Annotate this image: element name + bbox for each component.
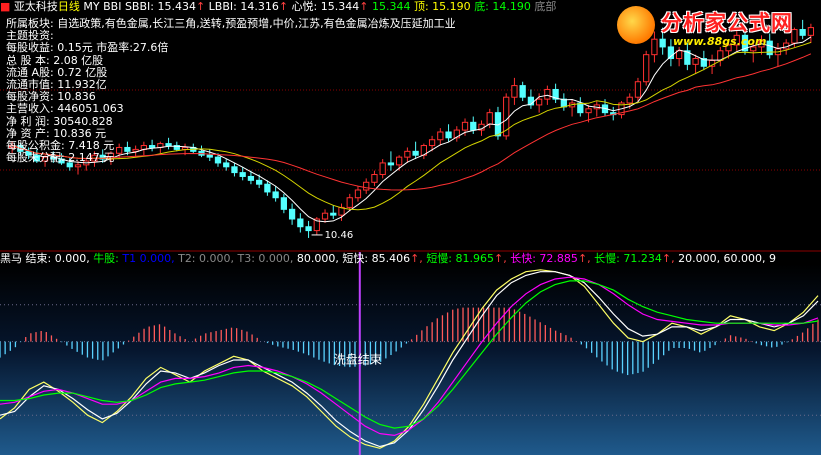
candle-body [643,54,650,83]
price-header-item: LBBI: 14.316 [208,0,279,13]
info-revenue: 主营收入: 446051.063 [6,102,124,116]
logo-title: 分析家公式网 [661,11,793,35]
info-total-shares: 总 股 本: 2.08 亿股 [6,53,104,67]
low-annotation-label: 10.46 [325,230,354,241]
indicator-header: 黑马 结束: 0.000, 牛股: T1 0.000, T2: 0.000, T… [0,252,776,265]
candle-body [280,197,287,210]
candle-body [256,179,263,185]
candle-body [544,88,551,100]
indicator-header-item: 20.000, 60.000, [678,252,770,265]
indicator-header-item: T2: 0.000, [178,252,238,265]
candle-body [486,112,493,125]
indicator-header-item: 短慢: 81.965 [426,252,495,265]
stock-name: 亚太科技 [13,0,58,13]
candle-body [585,108,592,114]
candle-body [626,96,633,104]
candle-body [577,102,584,114]
indicator-header-item: ↑, [494,252,511,265]
candle-body [330,212,337,216]
sun-logo-icon [617,6,655,44]
indicator-header-item: T3: 0.000, [237,252,297,265]
up-arrow-icon: ↑ [278,0,289,13]
washout-end-label: 洗盘结束 [334,352,382,367]
price-header-item: 底: 14.190 [474,0,531,13]
candle-body [247,175,255,181]
indicator-header-item: 牛股: [93,252,123,265]
candle-body [519,85,526,98]
candle-body [536,98,543,106]
candle-body [239,172,246,177]
candle-body [305,226,312,232]
info-undistributed: 每股未分配: 2.147 元 [6,151,115,165]
info-sector: 所属板块: 自选政策,有色金属,长江三角,送转,预盈预增,中价,江苏,有色金属冶… [6,17,456,30]
price-header-item: 15.344 [371,0,411,13]
candle-body [371,174,378,183]
info-net-profit: 净 利 润: 30540.828 [6,114,113,128]
candle-body [461,121,469,131]
candle-body [379,162,386,176]
up-arrow-icon: ↑ [195,0,206,13]
price-header-item: 心悦: 15.344 [291,0,360,13]
candle-body [74,164,82,168]
logo-url: www.88gs.com [673,35,767,48]
candle-body [288,208,296,220]
stock-marker-icon: ■ [0,0,14,13]
indicator-pane-background [0,264,821,455]
price-header-item: 顶: 15.190 [413,0,471,13]
indicator-header-item: 短快: 85.406 [342,252,411,265]
indicator-header-item: 长快: 72.885 [510,252,578,265]
price-header: ■ 亚太科技日线 MY BBI SBBI: 15.434↑ LBBI: 14.3… [0,0,556,13]
candle-body [354,189,362,199]
candle-body [692,58,699,65]
indicator-header-item: 长慢: 71.234 [594,252,662,265]
price-header-item: 底部 [534,0,557,13]
chart-period: 日线 [57,0,84,13]
indicator-header-item: 结束: 0.000, [25,252,94,265]
indicator-header-item: T1 [122,252,140,265]
indicator-header-item: 黑马 [0,252,26,265]
site-logo: 分析家公式网 www.88gs.com [617,4,815,50]
candle-body [272,191,279,199]
price-header-item: SBBI: 15.434 [124,0,196,13]
indicator-name: MY BBI [83,0,125,13]
indicator-header-item: 9 [769,252,777,265]
indicator-header-item: 0.000, [139,252,179,265]
candle-body [470,121,477,131]
candle-body [346,197,353,208]
candle-body [511,85,518,98]
indicator-header-item: 80.000, [296,252,343,265]
candle-body [634,81,642,98]
candle-body [264,183,271,193]
candle-body [297,218,304,228]
info-eps: 每股收益: 0.15元 市盈率:27.6倍 [6,41,169,55]
indicator-header-item: ↑, [410,252,427,265]
candle-body [363,181,370,191]
info-panel: 所属板块: 自选政策,有色金属,长江三角,送转,预盈预增,中价,江苏,有色金属冶… [6,17,456,165]
indicator-header-item: ↑, [661,252,679,265]
indicator-header-item: ↑, [577,252,595,265]
candle-body [231,166,238,174]
candle-body [321,212,329,220]
